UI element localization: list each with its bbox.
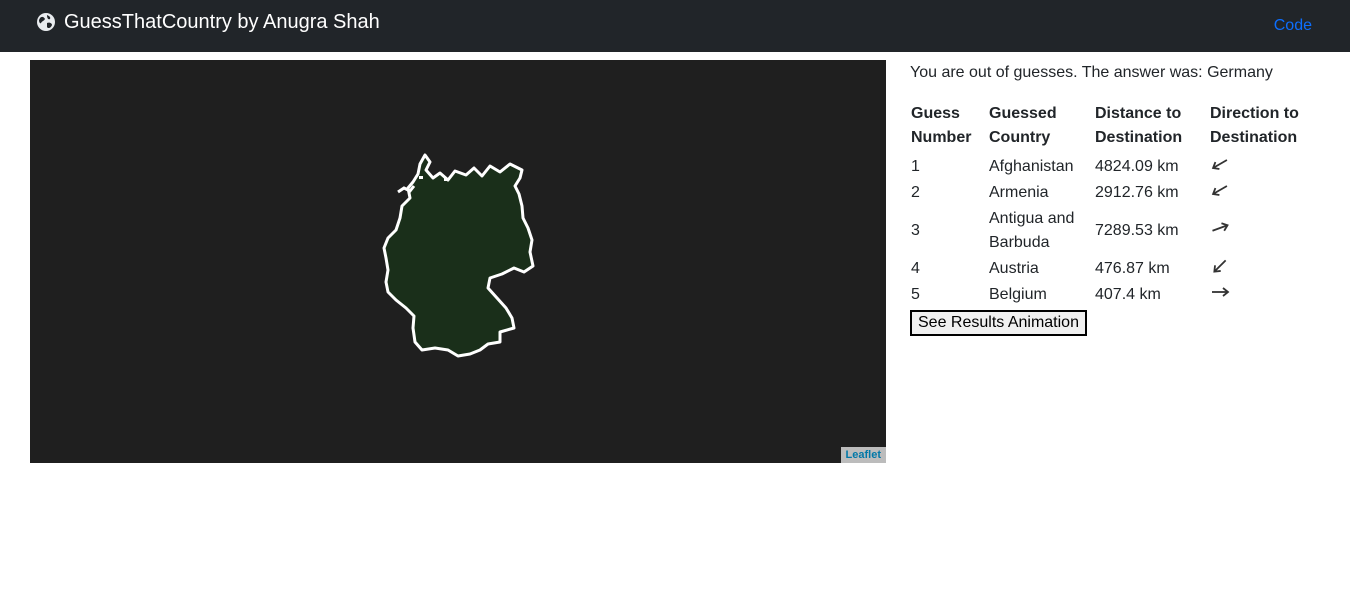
header-direction: Direction to Destination [1210, 105, 1299, 146]
table-row: 4 Austria 476.87 km [910, 256, 1319, 282]
guessed-country-cell: Austria [989, 260, 1039, 277]
distance-cell: 7289.53 km [1095, 222, 1179, 239]
navbar: GuessThatCountry by Anugra Shah Code [0, 0, 1350, 52]
arrow-up-right-shallow-icon [1212, 222, 1229, 232]
arrow-up-left-shallow-icon [1211, 159, 1228, 170]
guessed-country-cell: Antigua and Barbuda [989, 210, 1075, 251]
results-panel: You are out of guesses. The answer was: … [910, 62, 1330, 336]
arrow-up-left-icon [1213, 259, 1227, 273]
map-view[interactable]: Leaflet [30, 60, 886, 463]
see-results-animation-button[interactable]: See Results Animation [910, 310, 1087, 336]
table-header-row: Guess Number Guessed Country Distance to… [910, 102, 1319, 154]
direction-cell [1209, 206, 1319, 256]
code-link[interactable]: Code [1274, 17, 1312, 35]
table-row: 3 Antigua and Barbuda 7289.53 km [910, 206, 1319, 256]
guess-number-cell: 1 [911, 158, 920, 175]
country-outline-germany [382, 153, 535, 358]
distance-cell: 407.4 km [1095, 286, 1161, 303]
table-row: 5 Belgium 407.4 km [910, 282, 1319, 308]
direction-cell [1209, 256, 1319, 282]
guess-number-cell: 5 [911, 286, 920, 303]
direction-cell [1209, 282, 1319, 308]
guess-number-cell: 4 [911, 260, 920, 277]
table-row: 1 Afghanistan 4824.09 km [910, 154, 1319, 180]
guessed-country-cell: Afghanistan [989, 158, 1074, 175]
arrow-up-left-shallow-icon [1211, 185, 1228, 196]
distance-cell: 476.87 km [1095, 260, 1170, 277]
table-row: 2 Armenia 2912.76 km [910, 180, 1319, 206]
distance-cell: 4824.09 km [1095, 158, 1179, 175]
guess-table: Guess Number Guessed Country Distance to… [910, 102, 1319, 308]
guessed-country-cell: Armenia [989, 184, 1049, 201]
guess-number-cell: 3 [911, 222, 920, 239]
globe-icon [37, 13, 55, 31]
header-guessed-country: Guessed Country [989, 105, 1057, 146]
guess-number-cell: 2 [911, 184, 920, 201]
brand[interactable]: GuessThatCountry by Anugra Shah [36, 11, 380, 34]
status-text: You are out of guesses. The answer was: … [910, 64, 1273, 81]
arrow-right-icon [1212, 287, 1230, 297]
direction-cell [1209, 180, 1319, 206]
attribution-link[interactable]: Leaflet [840, 447, 886, 463]
direction-cell [1209, 154, 1319, 180]
app-title: GuessThatCountry by Anugra Shah [64, 10, 380, 33]
header-distance: Distance to Destination [1095, 105, 1183, 146]
guessed-country-cell: Belgium [989, 286, 1047, 303]
distance-cell: 2912.76 km [1095, 184, 1179, 201]
header-guess-number: Guess Number [911, 105, 972, 146]
